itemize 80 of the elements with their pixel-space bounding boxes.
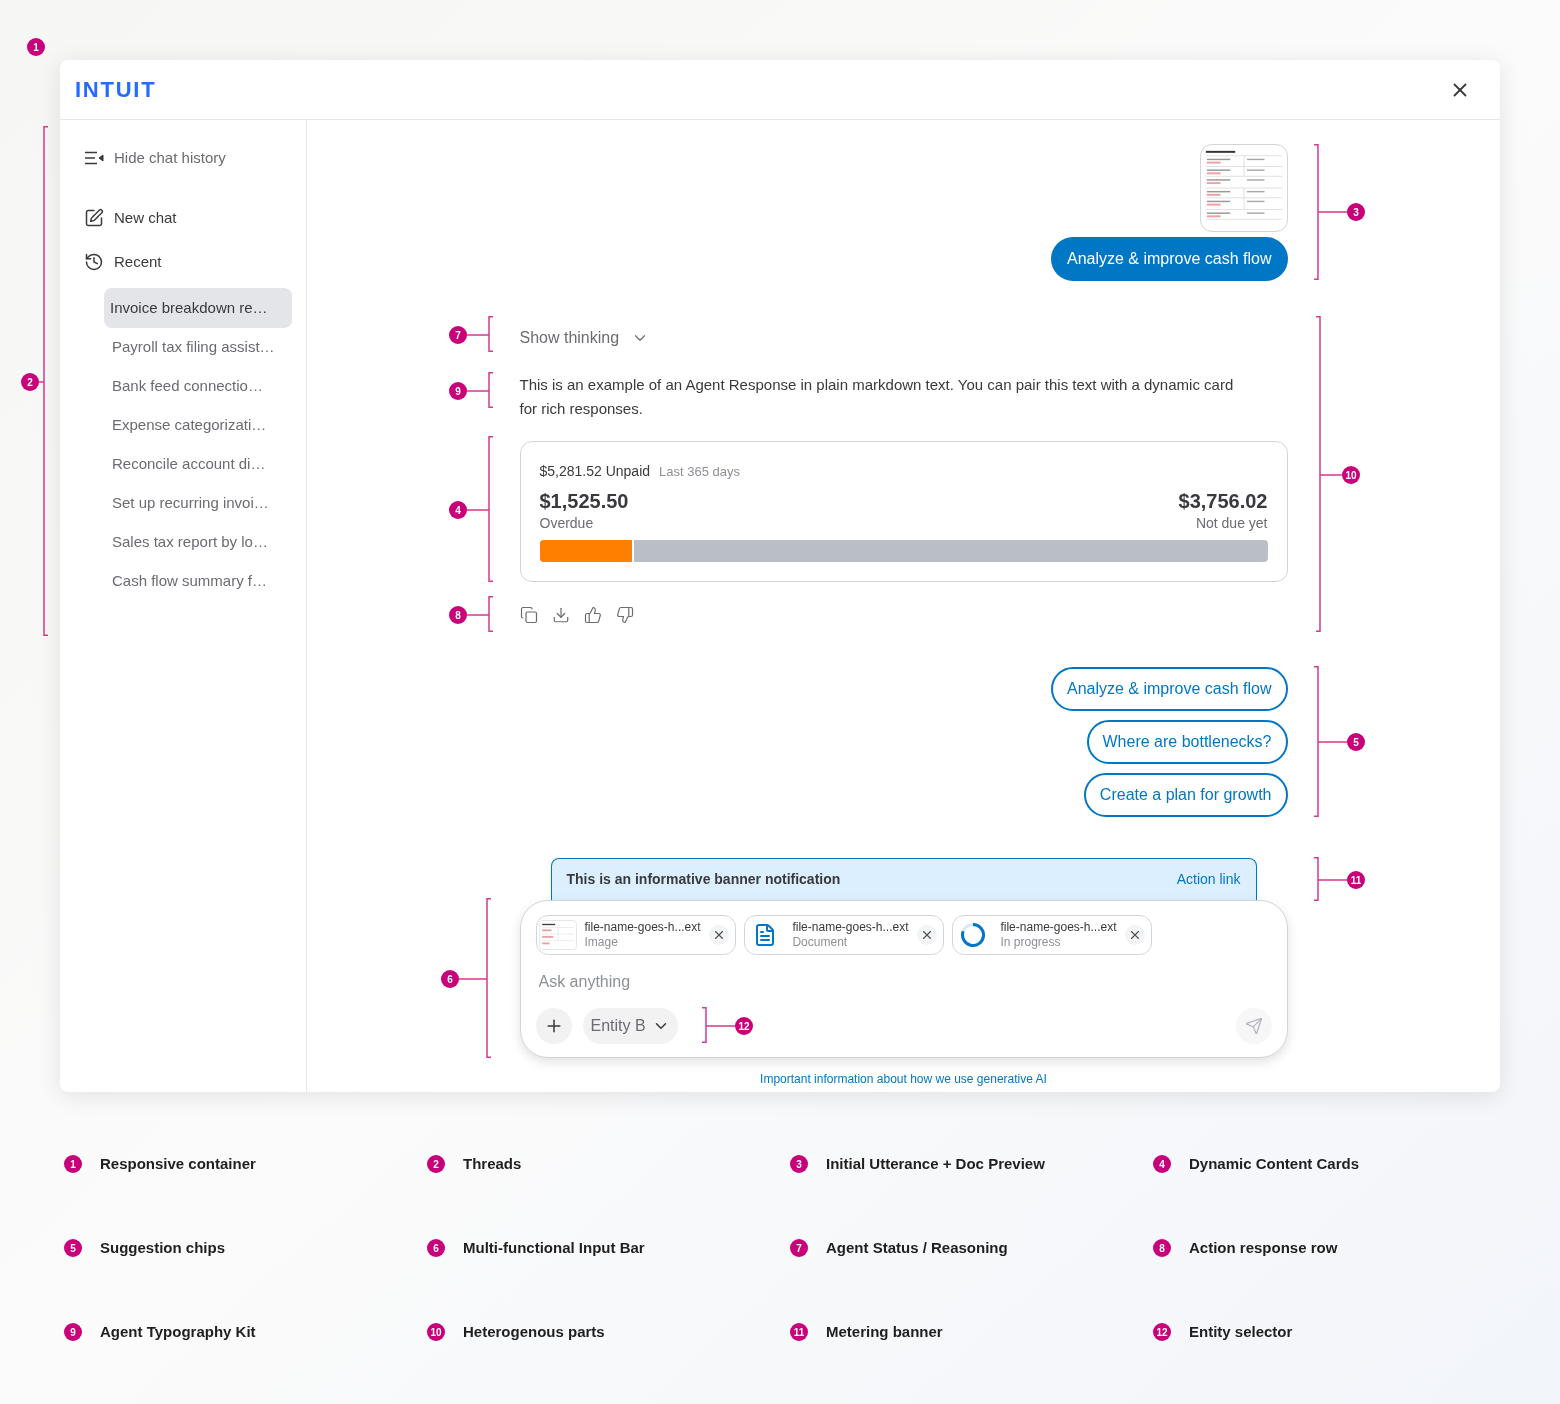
hide-history-button[interactable]: Hide chat history <box>60 146 226 170</box>
generative-ai-info-link[interactable]: Important information about how we use generative AI <box>760 1070 1047 1088</box>
overdue-amount: $1,525.50 <box>539 489 629 514</box>
thread-item[interactable]: Payroll tax filing assist… <box>104 328 292 367</box>
not-due-label: Not due yet <box>1195 514 1268 532</box>
banner-message: This is an informative banner notification <box>566 870 841 889</box>
attachment-status: Document <box>792 935 849 950</box>
legend-label: Initial Utterance + Doc Preview <box>826 1153 1045 1174</box>
legend-badge: 10 <box>427 1323 445 1341</box>
unpaid-total: $5,281.52 Unpaid <box>539 462 651 481</box>
progress-spinner-icon <box>960 922 987 948</box>
legend-label: Metering banner <box>826 1321 943 1342</box>
legend-badge: 2 <box>427 1155 445 1173</box>
attachment-status: In progress <box>1000 935 1062 950</box>
annotation-bracket <box>467 596 493 632</box>
thread-item[interactable]: Set up recurring invoi… <box>104 484 292 523</box>
attachment-name: file-name-goes-h...ext <box>792 920 909 935</box>
legend-badge: 4 <box>1153 1155 1171 1173</box>
legend-badge: 12 <box>1153 1323 1171 1341</box>
thumbs-down-icon[interactable] <box>615 606 634 624</box>
legend-label: Action response row <box>1189 1237 1338 1258</box>
suggestion-chip[interactable]: Create a plan for growth <box>1083 773 1288 817</box>
copy-icon[interactable] <box>519 606 538 624</box>
thread-item[interactable]: Invoice breakdown re… <box>104 288 292 328</box>
image-thumbnail <box>538 920 577 950</box>
history-icon <box>84 252 104 272</box>
legend-badge: 9 <box>64 1323 82 1341</box>
thread-item[interactable]: Expense categorizati… <box>104 406 292 445</box>
thread-item[interactable]: Cash flow summary f… <box>104 562 292 601</box>
attachment-name: file-name-goes-h...ext <box>1000 920 1117 935</box>
download-icon[interactable] <box>551 606 570 624</box>
legend-label: Agent Typography Kit <box>100 1321 256 1342</box>
remove-attachment-button[interactable] <box>708 925 729 945</box>
suggestion-chip[interactable]: Analyze & improve cash flow <box>1050 667 1288 711</box>
banner-action-link[interactable]: Action link <box>1176 869 1241 890</box>
add-button[interactable] <box>535 1008 572 1044</box>
user-message-bubble: Analyze & improve cash flow <box>1050 237 1288 281</box>
attachment-name: file-name-goes-h...ext <box>584 920 701 935</box>
annotation-bracket <box>467 372 493 408</box>
thread-item[interactable]: Sales tax report by lo… <box>104 523 292 562</box>
attachment-status: Image <box>584 935 619 950</box>
send-icon <box>1244 1017 1263 1035</box>
overdue-label: Overdue <box>539 514 595 532</box>
suggestion-chip[interactable]: Where are bottlenecks? <box>1086 720 1288 764</box>
collapse-list-icon <box>84 151 104 165</box>
entity-selector[interactable]: Entity B <box>582 1008 678 1044</box>
annotation-bracket <box>702 1007 735 1043</box>
legend-badge: 3 <box>790 1155 808 1173</box>
legend-badge: 8 <box>1153 1239 1171 1257</box>
annotation-badge: 1 <box>27 38 45 56</box>
not-due-amount: $3,756.02 <box>1178 489 1268 514</box>
legend-badge: 7 <box>790 1239 808 1257</box>
legend-badge: 1 <box>64 1155 82 1173</box>
legend-label: Dynamic Content Cards <box>1189 1153 1360 1174</box>
remove-attachment-button[interactable] <box>1124 925 1145 945</box>
legend-label: Heterogenous parts <box>463 1321 605 1342</box>
agent-response-text: This is an example of an Agent Response in plain markdown text. You can pair this text with a dynamic card for rich responses. <box>519 375 1235 419</box>
legend-label: Agent Status / Reasoning <box>826 1237 1008 1258</box>
thumbs-up-icon[interactable] <box>583 606 602 624</box>
annotation-bracket <box>1314 857 1347 901</box>
legend-label: Responsive container <box>100 1153 256 1174</box>
annotation-bracket <box>467 316 493 352</box>
new-chat-icon <box>84 208 104 228</box>
legend-badge: 11 <box>790 1323 808 1341</box>
recent-button[interactable]: Recent <box>60 250 162 274</box>
legend-label: Threads <box>463 1153 522 1174</box>
period-label: Last 365 days <box>659 463 740 481</box>
intuit-logo: INTUIT <box>75 76 157 104</box>
legend-label: Suggestion chips <box>100 1237 225 1258</box>
legend-badge: 6 <box>427 1239 445 1257</box>
message-input[interactable]: Ask anything <box>535 970 1272 994</box>
legend-badge: 5 <box>64 1239 82 1257</box>
show-thinking-toggle[interactable]: Show thinking <box>519 326 650 350</box>
remove-attachment-button[interactable] <box>916 925 937 945</box>
legend-label: Entity selector <box>1189 1321 1293 1342</box>
legend-label: Multi-functional Input Bar <box>463 1237 645 1258</box>
new-chat-button[interactable]: New chat <box>60 206 177 230</box>
thread-item[interactable]: Bank feed connectio… <box>104 367 292 406</box>
annotation-badge: 2 <box>21 373 39 391</box>
thread-item[interactable]: Reconcile account di… <box>104 445 292 484</box>
